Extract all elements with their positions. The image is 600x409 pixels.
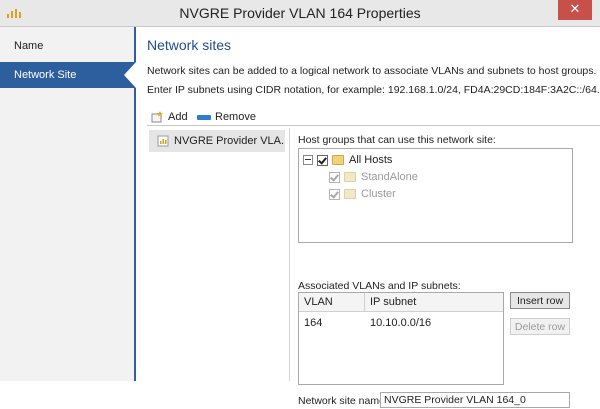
add-icon: [151, 111, 163, 123]
add-label: Add: [168, 111, 188, 123]
tree-row-label: Cluster: [361, 188, 396, 200]
tree-row-all-hosts: All Hosts: [303, 152, 392, 168]
sidebar-item-name[interactable]: Name: [0, 33, 134, 59]
remove-button[interactable]: Remove: [197, 110, 256, 124]
host-group-icon: [344, 172, 356, 183]
site-name-label: Network site name:: [298, 395, 388, 407]
expander-icon[interactable]: [303, 155, 313, 166]
page-title: Network sites: [147, 37, 232, 53]
tree-row-label: StandAlone: [361, 171, 418, 183]
remove-icon: [197, 114, 211, 120]
site-toolbar: Add Remove: [147, 109, 600, 126]
host-group-icon: [332, 155, 344, 166]
host-group-icon: [344, 189, 356, 200]
network-site-list: NVGRE Provider VLA...: [147, 128, 290, 381]
list-item[interactable]: NVGRE Provider VLA...: [149, 130, 285, 152]
insert-row-button[interactable]: Insert row: [510, 292, 570, 309]
host-groups-tree: All Hosts StandAlone Cluster: [298, 148, 573, 243]
cell-vlan[interactable]: 164: [304, 315, 322, 331]
sidebar-item-label: Network Site: [14, 69, 77, 81]
checkbox-icon: [329, 171, 340, 183]
delete-row-button[interactable]: Delete row: [510, 318, 570, 335]
sidebar-item-network-site[interactable]: Network Site: [0, 62, 136, 88]
close-icon: ✕: [569, 2, 581, 17]
cell-ip-subnet[interactable]: 10.10.0.0/16: [370, 315, 431, 331]
add-button[interactable]: Add: [151, 110, 188, 124]
title-bar: NVGRE Provider VLAN 164 Properties ✕: [0, 0, 600, 27]
close-button[interactable]: ✕: [558, 0, 592, 20]
window-title: NVGRE Provider VLAN 164 Properties: [179, 5, 421, 21]
cidr-hint-text: Enter IP subnets using CIDR notation, fo…: [147, 84, 600, 96]
column-header-ip-subnet[interactable]: IP subnet: [365, 293, 503, 311]
vlans-label: Associated VLANs and IP subnets:: [298, 280, 461, 292]
table-header: VLAN IP subnet: [299, 293, 503, 312]
host-groups-label: Host groups that can use this network si…: [298, 134, 496, 146]
column-header-vlan[interactable]: VLAN: [299, 293, 365, 311]
site-item-label: NVGRE Provider VLA...: [174, 135, 285, 147]
selection-arrow: [124, 62, 136, 88]
remove-label: Remove: [215, 111, 256, 123]
checkbox-icon[interactable]: [317, 154, 328, 166]
sidebar: Name Network Site: [0, 27, 136, 381]
tree-row-standalone: StandAlone: [329, 169, 418, 185]
tree-row-label: All Hosts: [349, 154, 393, 166]
vlan-subnet-table[interactable]: VLAN IP subnet 164 10.10.0.0/16: [298, 292, 504, 385]
sidebar-item-label: Name: [14, 40, 44, 52]
site-name-input[interactable]: [380, 392, 570, 408]
checkbox-icon: [329, 188, 340, 200]
description-text: Network sites can be added to a logical …: [147, 65, 597, 77]
network-site-icon: [157, 135, 169, 147]
tree-row-cluster: Cluster: [329, 186, 396, 202]
